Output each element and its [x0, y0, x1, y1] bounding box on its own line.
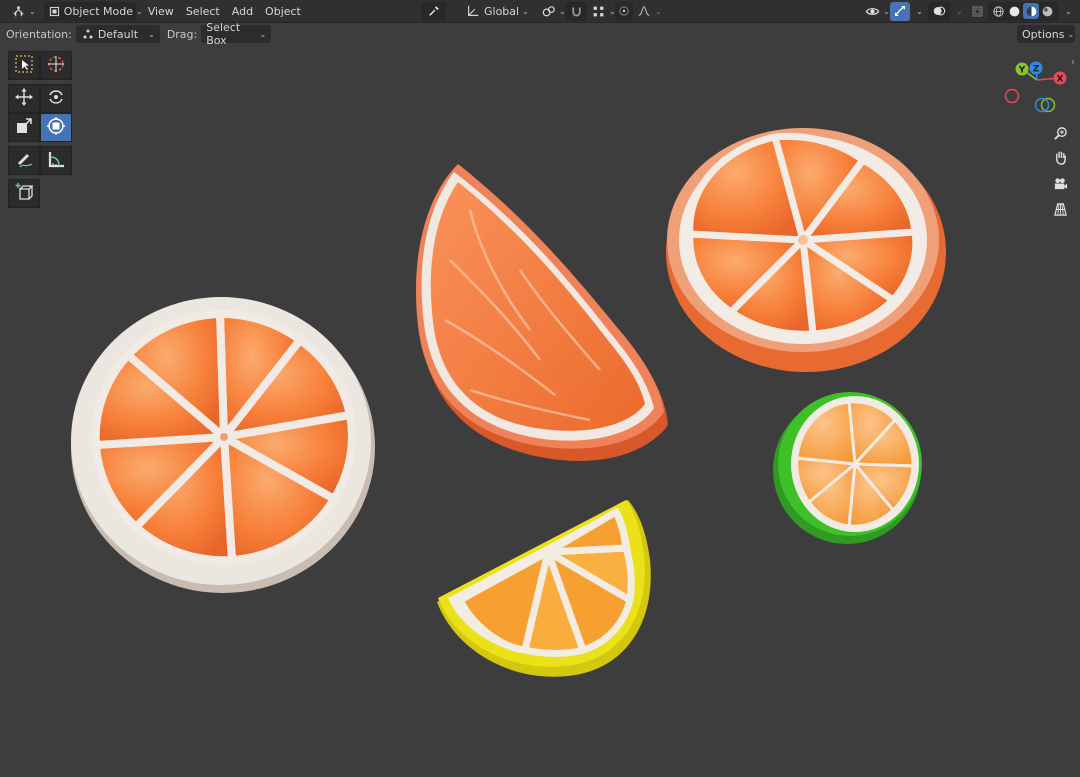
- material-preview-shading-icon[interactable]: [1023, 3, 1040, 19]
- scale-tool[interactable]: [8, 113, 40, 142]
- blender-3d-viewport-window: ⌄ Object Mode ⌄ View Select Add Object G…: [0, 0, 1080, 777]
- orientation-value: Default: [97, 27, 139, 41]
- chevron-down-icon: ⌄: [956, 6, 963, 16]
- viewport-canvas[interactable]: [0, 45, 1080, 777]
- orientation-axes-icon: [466, 3, 480, 19]
- rendered-shading-icon[interactable]: [1040, 3, 1056, 19]
- overlays-toggle[interactable]: [928, 1, 950, 21]
- transform-icon: [46, 116, 66, 139]
- overlays-icon: [932, 3, 946, 19]
- zoom-magnifier-icon: [1053, 126, 1068, 145]
- orange-half[interactable]: [666, 128, 946, 372]
- chevron-down-icon: ⌄: [522, 6, 529, 16]
- orientation-selector[interactable]: Default ⌄: [75, 25, 160, 43]
- xray-icon: [971, 3, 984, 19]
- toolbar: [8, 51, 76, 212]
- menu-add[interactable]: Add: [226, 2, 259, 21]
- measure-tool[interactable]: [40, 146, 72, 175]
- gizmo-dropdown[interactable]: ⌄: [909, 2, 927, 21]
- transform-orientation-selector[interactable]: Global ⌄: [462, 2, 530, 21]
- eyedropper-icon: [426, 3, 442, 19]
- select-box-icon: [14, 54, 34, 77]
- proportional-edit-icon: [618, 3, 630, 19]
- drag-label: Drag:: [166, 27, 198, 41]
- gizmo-z-label: Z: [1033, 65, 1040, 75]
- select-box-tool[interactable]: [8, 51, 40, 80]
- cursor-icon: [46, 54, 66, 77]
- scale-icon: [14, 116, 34, 139]
- gizmo-neg-x[interactable]: [1004, 88, 1020, 104]
- chevron-down-icon: ⌄: [1067, 29, 1075, 39]
- measure-icon: [46, 149, 66, 172]
- options-label: Options: [1022, 27, 1065, 41]
- shading-dropdown[interactable]: ⌄: [1058, 2, 1076, 21]
- camera-icon: [1053, 176, 1068, 195]
- eye-icon: [864, 3, 880, 19]
- object-mode-icon: [48, 3, 61, 19]
- orange-slice-large[interactable]: [71, 297, 375, 593]
- visibility-selector[interactable]: ⌄: [860, 2, 894, 21]
- move-tool[interactable]: [8, 84, 40, 113]
- gizmo-toggle[interactable]: [890, 1, 910, 21]
- rotate-tool[interactable]: [40, 84, 72, 113]
- gizmo-x-label: X: [1057, 75, 1064, 85]
- chevron-down-icon: ⌄: [148, 29, 155, 39]
- menu-select[interactable]: Select: [180, 2, 226, 21]
- proportional-edit-toggle[interactable]: [615, 1, 633, 21]
- chevron-down-icon: ⌄: [883, 6, 890, 16]
- editor-type-button[interactable]: ⌄: [6, 2, 40, 21]
- move-icon: [14, 87, 34, 110]
- add-cube-tool[interactable]: [8, 179, 40, 208]
- snap-toggle[interactable]: [565, 1, 587, 21]
- snap-grid-icon: [590, 3, 606, 19]
- chevron-down-icon: ⌄: [655, 6, 662, 16]
- orange-wedge[interactable]: [415, 164, 668, 461]
- gizmo-icon: [893, 3, 907, 19]
- perspective-toggle-button[interactable]: [1047, 200, 1073, 222]
- lemon-wedge[interactable]: [437, 500, 651, 677]
- wireframe-shading-icon[interactable]: [990, 3, 1006, 19]
- drag-selector[interactable]: Select Box ⌄: [201, 21, 272, 47]
- mode-label: Object Mode: [63, 4, 133, 18]
- camera-view-button[interactable]: [1047, 174, 1073, 196]
- header-menus: View Select Add Object: [142, 2, 307, 21]
- viewport-header: ⌄ Object Mode ⌄ View Select Add Object G…: [0, 0, 1080, 23]
- pan-button[interactable]: [1047, 148, 1073, 170]
- falloff-curve-icon: [636, 3, 652, 19]
- transform-tool[interactable]: [40, 113, 72, 142]
- lime-slice[interactable]: [773, 392, 922, 544]
- chevron-down-icon: ⌄: [1065, 6, 1072, 16]
- pivot-icon: [540, 3, 556, 19]
- shading-mode-group: [988, 1, 1058, 21]
- rotate-icon: [46, 87, 66, 110]
- menu-view[interactable]: View: [142, 2, 180, 21]
- falloff-selector[interactable]: ⌄: [632, 2, 666, 21]
- orientation-default-icon: [81, 26, 95, 42]
- orientation-label: Orientation:: [6, 27, 72, 41]
- chevron-down-icon: ⌄: [916, 6, 923, 16]
- add-cube-icon: [14, 182, 34, 205]
- hand-icon: [1053, 150, 1068, 169]
- mode-selector[interactable]: Object Mode ⌄: [43, 1, 143, 21]
- annotate-tool[interactable]: [8, 146, 40, 175]
- perspective-grid-icon: [1053, 202, 1068, 221]
- gizmo-y-label: Y: [1018, 66, 1026, 76]
- chevron-down-icon: ⌄: [259, 29, 267, 39]
- annotate-icon: [14, 149, 34, 172]
- magnet-icon: [569, 3, 583, 19]
- menu-object[interactable]: Object: [259, 2, 307, 21]
- solid-shading-icon[interactable]: [1007, 3, 1023, 19]
- tool-settings-bar: Orientation: Default ⌄ Drag: Select Box …: [0, 21, 1080, 47]
- navigation-gizmo[interactable]: Y Z X: [998, 58, 1072, 118]
- chevron-down-icon: ⌄: [29, 6, 36, 16]
- zoom-button[interactable]: [1047, 124, 1073, 146]
- drag-value: Select Box: [206, 21, 241, 47]
- editor-type-3d-viewport-icon: [10, 3, 26, 19]
- options-button[interactable]: Options ⌄: [1017, 25, 1075, 43]
- eyedropper-button[interactable]: [421, 1, 446, 21]
- xray-toggle[interactable]: [967, 2, 987, 21]
- overlays-dropdown[interactable]: ⌄: [949, 2, 967, 21]
- orientation-label: Global: [484, 4, 520, 18]
- cursor-tool[interactable]: [40, 51, 72, 80]
